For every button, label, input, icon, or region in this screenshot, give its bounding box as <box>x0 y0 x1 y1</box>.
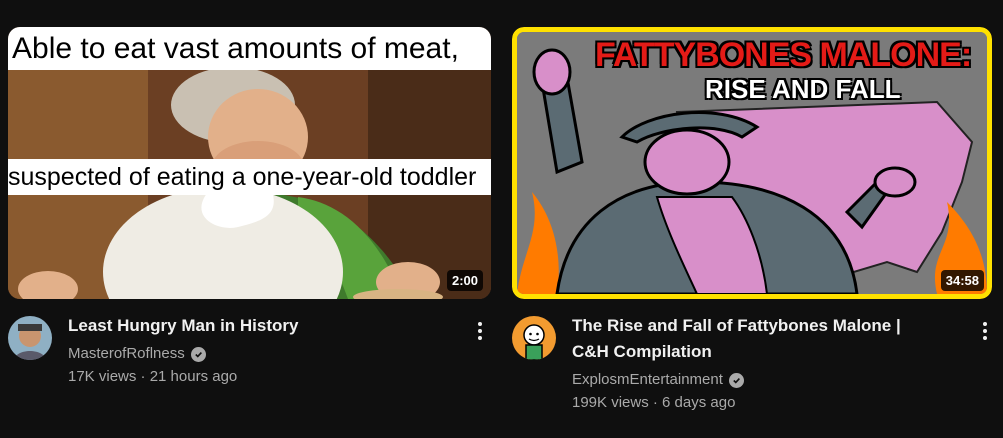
video-meta: Least Hungry Man in History MasterofRofl… <box>0 313 492 438</box>
thumbnail-caption-top: Able to eat vast amounts of meat, <box>8 27 491 70</box>
channel-name-row: MasterofRoflness <box>68 343 448 365</box>
duration-badge: 34:58 <box>940 270 984 291</box>
video-meta: The Rise and Fall of Fattybones Malone |… <box>510 313 1003 438</box>
channel-name[interactable]: ExplosmEntertainment <box>572 369 723 391</box>
video-stats: 199K views · 6 days ago <box>572 394 736 411</box>
channel-name[interactable]: MasterofRoflness <box>68 343 185 365</box>
video-thumbnail[interactable]: Able to eat vast amounts of meat, suspec… <box>8 27 491 299</box>
video-card[interactable]: Able to eat vast amounts of meat, suspec… <box>0 0 492 385</box>
thumbnail-image: FATTYBONES MALONE: RISE AND FALL <box>512 27 992 299</box>
video-stats: 17K views · 21 hours ago <box>68 368 238 385</box>
duration-badge: 2:00 <box>446 270 483 291</box>
video-title[interactable]: Least Hungry Man in History <box>68 313 448 339</box>
channel-avatar[interactable] <box>8 316 52 360</box>
verified-icon <box>728 372 744 388</box>
video-title[interactable]: The Rise and Fall of Fattybones Malone |… <box>572 313 952 365</box>
channel-avatar[interactable] <box>512 316 556 360</box>
channel-name-row: ExplosmEntertainment <box>572 369 952 391</box>
more-actions-icon[interactable] <box>973 319 997 343</box>
more-actions-icon[interactable] <box>468 319 492 343</box>
video-thumbnail[interactable]: FATTYBONES MALONE: RISE AND FALL 34:58 <box>512 27 992 299</box>
thumbnail-title-line2: RISE AND FALL <box>705 74 901 104</box>
thumbnail-caption-middle: suspected of eating a one-year-old toddl… <box>8 159 491 195</box>
thumbnail-title-line1: FATTYBONES MALONE: <box>595 36 972 74</box>
video-card[interactable]: FATTYBONES MALONE: RISE AND FALL 34:58 T… <box>510 0 1003 411</box>
verified-icon <box>190 346 206 362</box>
